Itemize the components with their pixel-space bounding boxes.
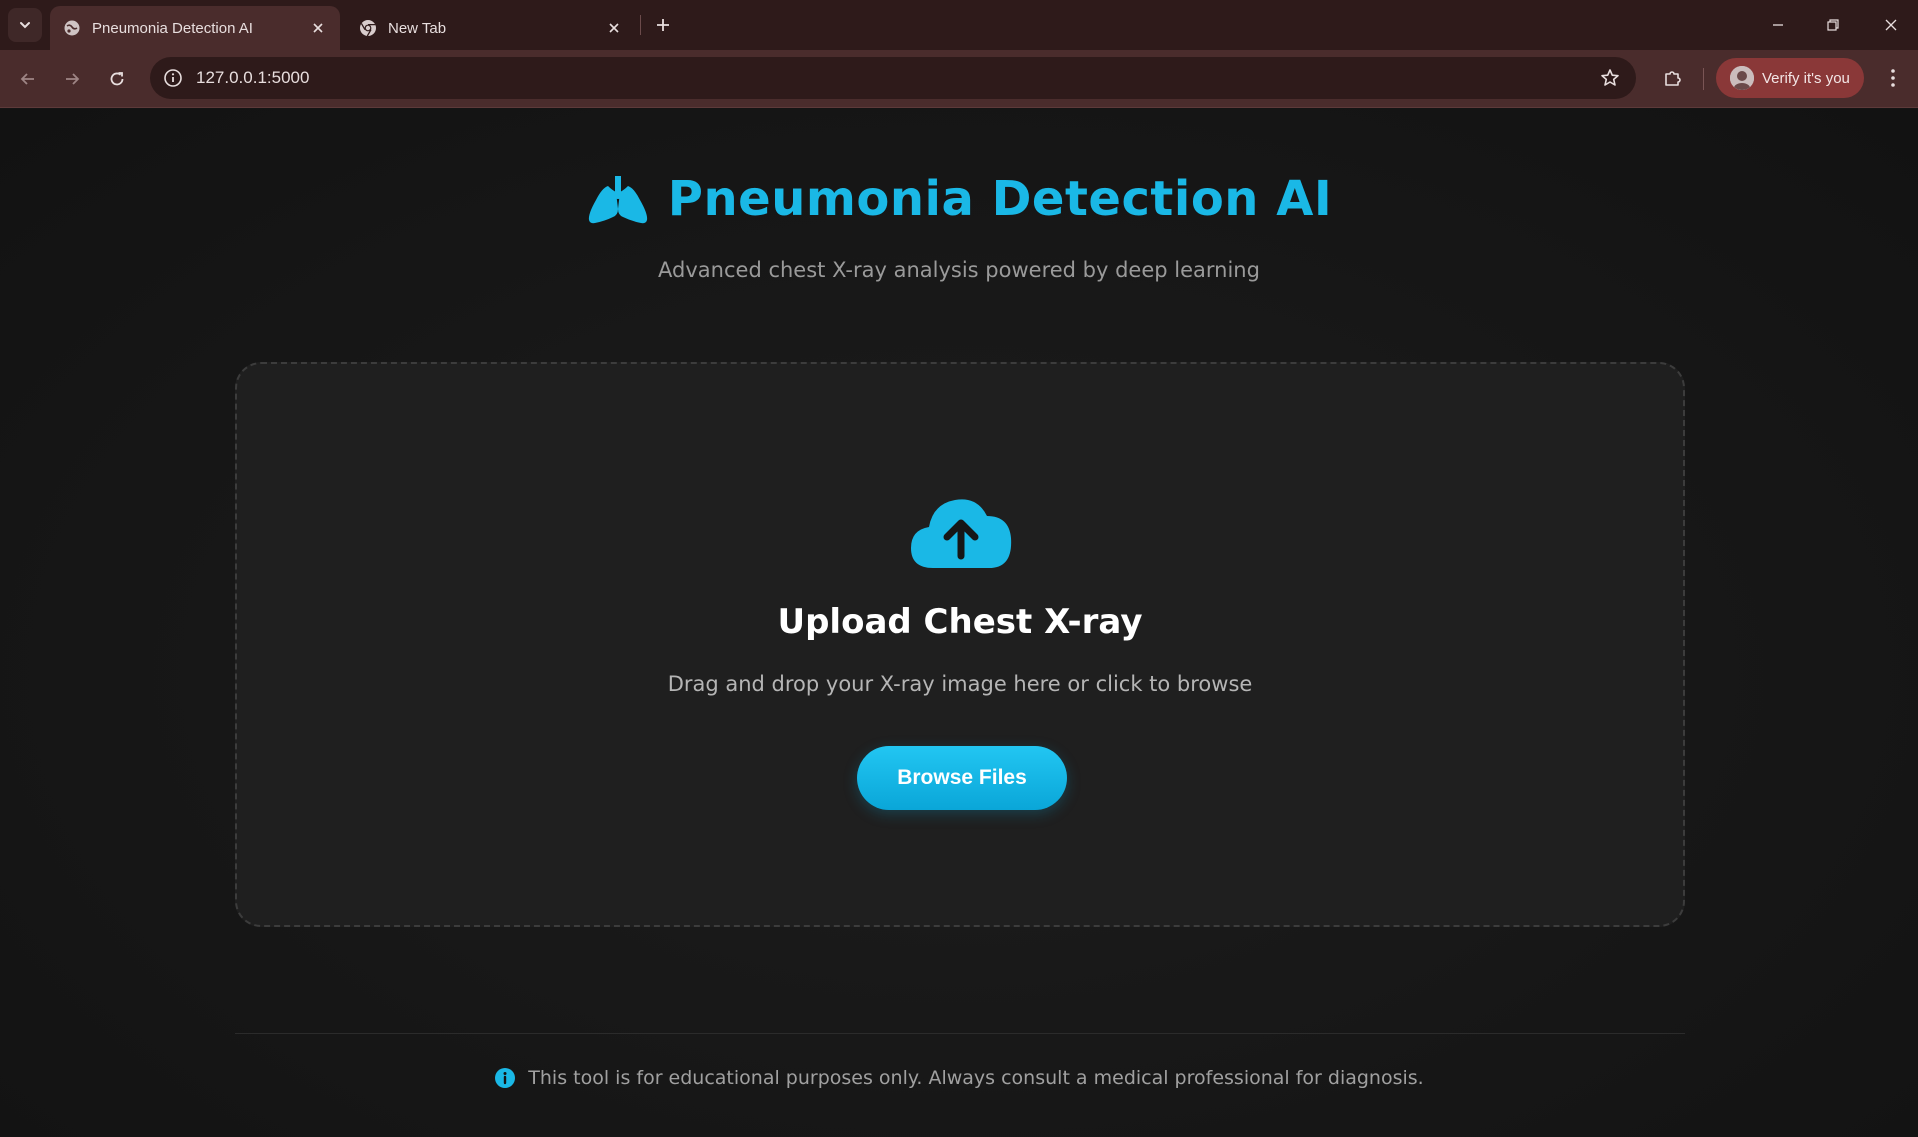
globe-icon (62, 18, 82, 38)
cloud-upload-icon (911, 499, 1012, 568)
title-row: Pneumonia Detection AI (586, 171, 1332, 227)
reload-icon (110, 72, 124, 86)
info-icon (495, 1068, 516, 1088)
reload-button[interactable] (101, 63, 133, 95)
arrow-right-icon (66, 73, 80, 85)
browse-files-button[interactable]: Browse Files (857, 746, 1067, 810)
tab-search-button[interactable] (8, 8, 42, 42)
puzzle-icon (1665, 71, 1681, 86)
tab-title: New Tab (388, 19, 447, 37)
back-button[interactable] (12, 63, 44, 95)
page-subtitle: Advanced chest X-ray analysis powered by… (658, 258, 1260, 282)
footer-disclaimer: This tool is for educational purposes on… (528, 1067, 1424, 1089)
more-vertical-icon (1891, 69, 1895, 87)
upload-description: Drag and drop your X-ray image here or c… (667, 672, 1253, 696)
arrow-left-icon (20, 73, 34, 85)
browser-toolbar: 127.0.0.1:5000 Verify it's you (0, 50, 1918, 108)
profile-chip-label: Verify it's you (1762, 69, 1850, 87)
tab-pneumonia-detection[interactable]: Pneumonia Detection AI (50, 6, 340, 50)
page-header: Pneumonia Detection AI Advanced chest X-… (0, 171, 1918, 282)
bookmark-star-icon[interactable] (1598, 66, 1622, 90)
extensions-button[interactable] (1657, 62, 1689, 94)
profile-verify-button[interactable]: Verify it's you (1716, 58, 1864, 98)
new-tab-button[interactable] (650, 12, 676, 38)
footer: This tool is for educational purposes on… (0, 1067, 1918, 1093)
upload-dropzone[interactable]: Upload Chest X-ray Drag and drop your X-… (235, 362, 1685, 927)
restore-icon (1827, 19, 1839, 31)
minimize-button[interactable] (1763, 10, 1793, 40)
chrome-icon (358, 18, 378, 38)
upload-title: Upload Chest X-ray (777, 602, 1143, 642)
chevron-down-icon (20, 22, 30, 29)
tab-new-tab[interactable]: New Tab (346, 6, 636, 50)
close-window-button[interactable] (1876, 10, 1906, 40)
close-tab-icon[interactable] (602, 16, 626, 40)
tab-title: Pneumonia Detection AI (92, 19, 253, 37)
lungs-icon (588, 176, 647, 224)
forward-button[interactable] (56, 63, 88, 95)
toolbar-separator (1703, 68, 1704, 90)
browser-menu-button[interactable] (1878, 62, 1908, 94)
url-text[interactable]: 127.0.0.1:5000 (196, 68, 309, 88)
avatar (1730, 66, 1754, 90)
close-tab-icon[interactable] (306, 16, 330, 40)
minimize-icon (1773, 24, 1783, 26)
tab-separator (640, 15, 641, 35)
browser-tabstrip: Pneumonia Detection AI New Tab (0, 0, 1918, 50)
close-icon (1885, 19, 1897, 31)
plus-icon (657, 19, 669, 31)
footer-note-row: This tool is for educational purposes on… (494, 1067, 1424, 1089)
address-bar[interactable]: 127.0.0.1:5000 (150, 57, 1636, 99)
site-info-icon[interactable] (158, 63, 188, 93)
restore-button[interactable] (1818, 10, 1848, 40)
page-content: Pneumonia Detection AI Advanced chest X-… (0, 109, 1918, 1137)
page-title: Pneumonia Detection AI (667, 171, 1333, 227)
footer-divider (235, 1033, 1685, 1034)
